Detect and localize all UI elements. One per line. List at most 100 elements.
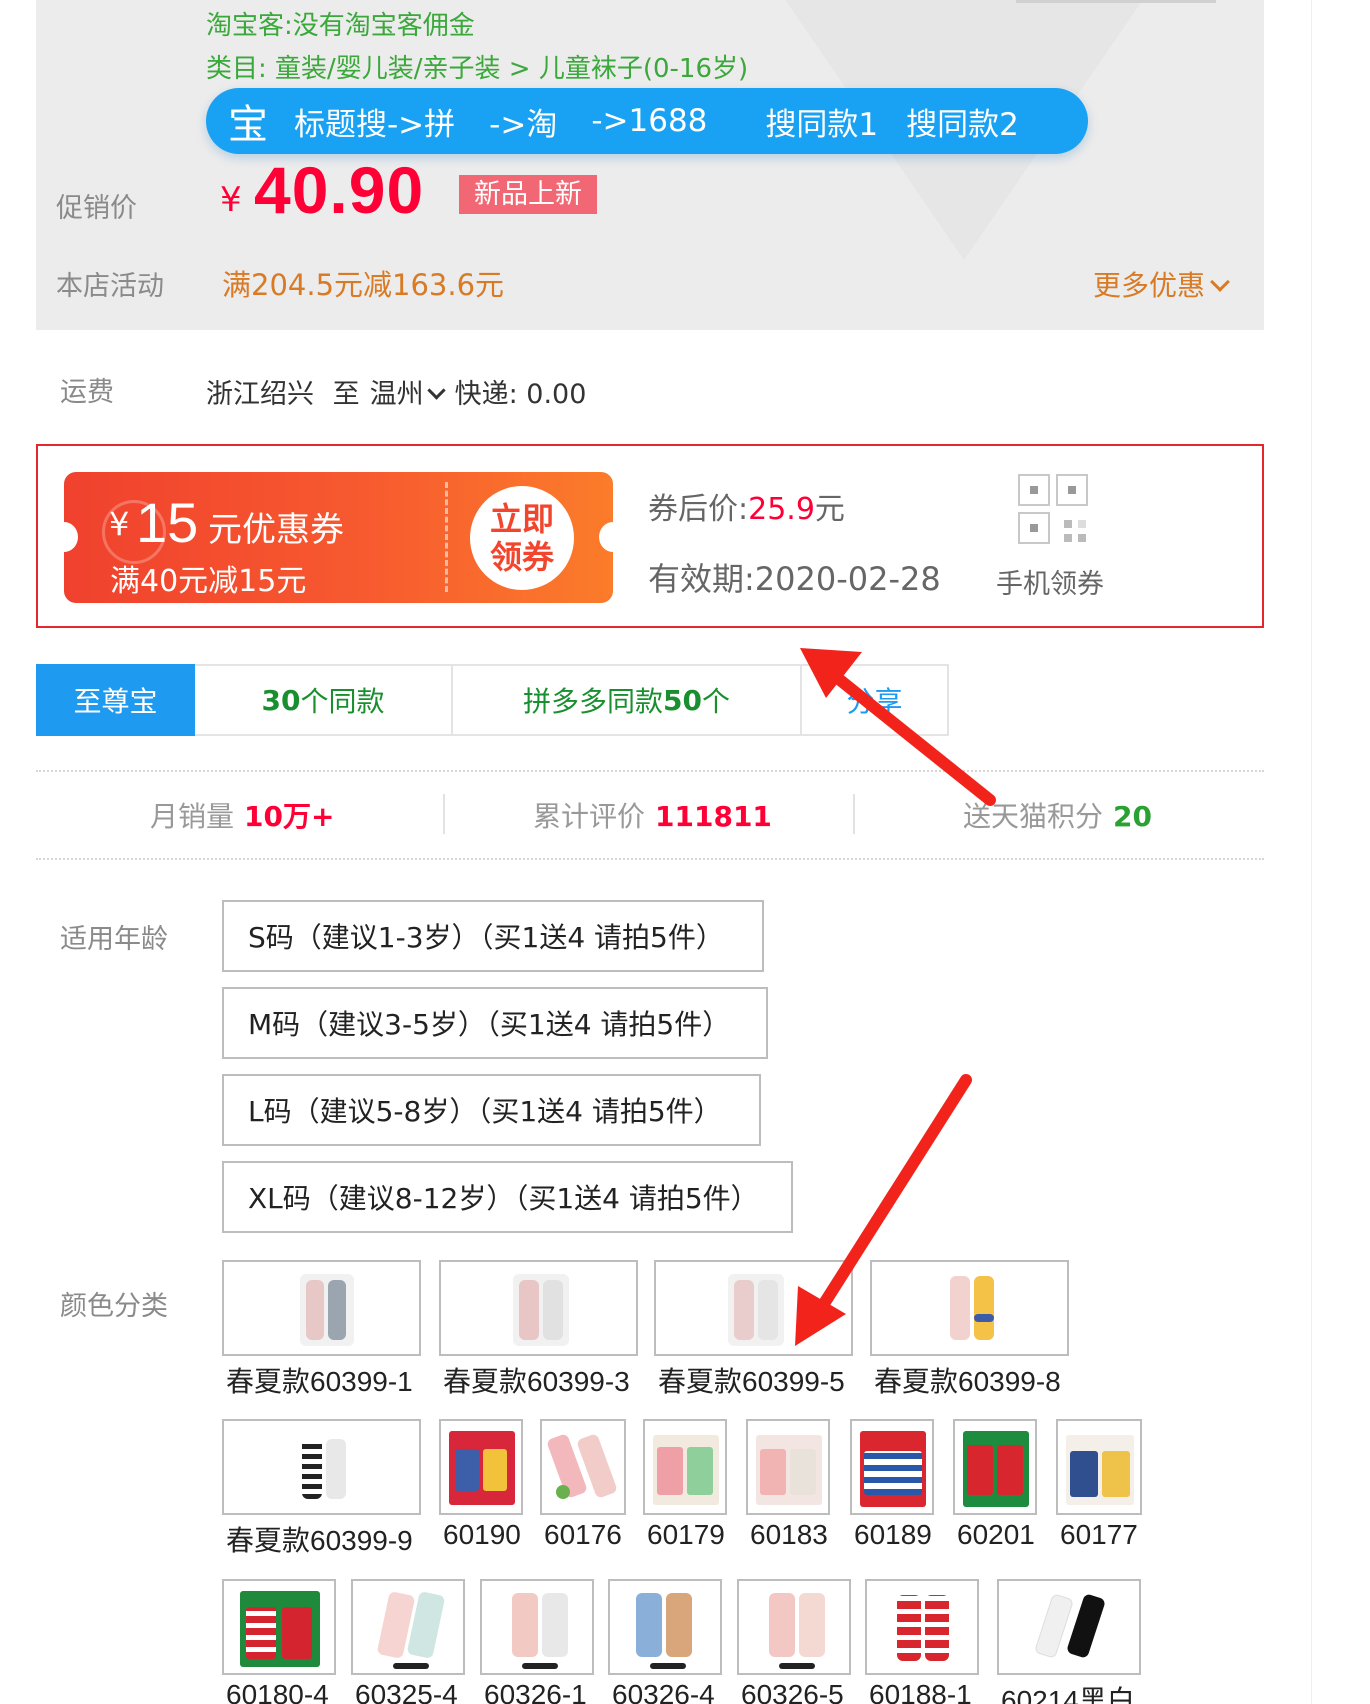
- search-1688-link[interactable]: ->1688: [591, 103, 707, 139]
- title-search-to-pdd-link[interactable]: 标题搜->拼: [294, 99, 455, 144]
- chevron-down-icon[interactable]: [426, 381, 446, 400]
- tmall-points-value: 20: [1113, 800, 1152, 833]
- swatch-label: 60325-4: [355, 1679, 458, 1704]
- sock-shape: [512, 1593, 538, 1657]
- sock-shape: [950, 1276, 970, 1340]
- tab-share[interactable]: 分享: [802, 664, 949, 736]
- qr-corner: [1018, 512, 1050, 544]
- sock-shape: [897, 1595, 921, 1661]
- swatch-image: [997, 1579, 1141, 1675]
- search-taobao-link[interactable]: ->淘: [489, 99, 557, 144]
- sock-shape: [864, 1451, 922, 1495]
- brand-tag: [650, 1663, 686, 1669]
- coupon-validity: 有效期:2020-02-28: [648, 560, 941, 598]
- sock-shape: [1102, 1451, 1130, 1497]
- store-activity-label: 本店活动: [56, 271, 164, 302]
- monthly-sales-label: 月销量: [150, 800, 235, 833]
- sock-shape: [997, 1445, 1023, 1495]
- taobao-logo-icon: 宝: [228, 102, 268, 148]
- mobile-coupon-link[interactable]: 手机领券: [996, 562, 1104, 601]
- swatch-image: [439, 1419, 523, 1515]
- coupon-ticket[interactable]: ¥ 15 元优惠券 满40元减15元 立即 领券: [64, 472, 613, 603]
- swatch-label: 60177: [1060, 1519, 1138, 1550]
- shipping-route: 浙江绍兴 至温州 快递: 0.00: [206, 372, 586, 411]
- tab-count: 30: [261, 683, 301, 717]
- sock-bg: [300, 1274, 354, 1346]
- size-option-xl[interactable]: XL码（建议8-12岁）（买1送4 请拍5件）: [222, 1161, 793, 1233]
- after-coupon-price: 券后价:25.9元: [648, 484, 845, 528]
- tab-zhizunbao[interactable]: 至尊宝: [36, 664, 195, 736]
- same-item-search-2-link[interactable]: 搜同款2: [906, 99, 1019, 144]
- swatch-label: 60326-1: [484, 1679, 587, 1704]
- sock-shape: [326, 1439, 346, 1499]
- monthly-sales-value: 10万+: [244, 800, 335, 833]
- tab-label: 分享: [846, 685, 903, 718]
- more-discounts-label: 更多优惠: [1093, 269, 1206, 302]
- new-arrival-badge: 新品上新: [459, 175, 597, 214]
- chevron-down-icon: [1210, 272, 1230, 292]
- tmall-points: 送天猫积分 20: [963, 795, 1152, 835]
- swatch-image: [439, 1260, 638, 1356]
- swatch-image: [643, 1419, 727, 1515]
- swatch-label: 60188-1: [869, 1679, 972, 1704]
- swatch-label: 春夏款60399-8: [874, 1366, 1061, 1397]
- size-option-s[interactable]: S码（建议1-3岁）（买1送4 请拍5件）: [222, 900, 764, 972]
- swatch-image: [222, 1419, 421, 1515]
- sock-shape: [1070, 1451, 1098, 1497]
- same-item-search-1-link[interactable]: 搜同款1: [765, 99, 878, 144]
- tab-same-items[interactable]: 30 个同款: [195, 664, 453, 736]
- sock-shape: [282, 1607, 312, 1659]
- size-option-m[interactable]: M码（建议3-5岁）（买1送4 请拍5件）: [222, 987, 768, 1059]
- tab-label: 个同款: [300, 685, 385, 718]
- monthly-sales: 月销量 10万+: [150, 795, 334, 835]
- sock-shape: [760, 1449, 786, 1495]
- swatch-label: 60326-5: [741, 1679, 844, 1704]
- ship-from: 浙江绍兴: [206, 379, 314, 410]
- total-reviews-value: 111811: [655, 800, 772, 833]
- swatch-label: 60189: [854, 1519, 932, 1550]
- swatch-image: [654, 1260, 853, 1356]
- sock-shape: [967, 1445, 993, 1495]
- sock-shape: [925, 1595, 949, 1661]
- sock-shape: [790, 1449, 816, 1495]
- sock-shape: [246, 1607, 276, 1659]
- promo-price-label: 促销价: [56, 193, 137, 224]
- color-section-label: 颜色分类: [60, 1291, 168, 1322]
- total-reviews[interactable]: 累计评价 111811: [533, 795, 772, 835]
- size-option-l[interactable]: L码（建议5-8岁）（买1送4 请拍5件）: [222, 1074, 761, 1146]
- sock-shape: [657, 1447, 683, 1495]
- search-toolbar: 宝 标题搜->拼 ->淘 ->1688 搜同款1 搜同款2: [206, 88, 1088, 154]
- tab-pdd-same-items[interactable]: 拼多多同款 50 个: [453, 664, 802, 736]
- swatch-label: 60183: [750, 1519, 828, 1550]
- qr-dot: [1078, 520, 1086, 528]
- stat-separator: [443, 794, 445, 834]
- swatch-label: 春夏款60399-9: [226, 1525, 413, 1556]
- swatch-label: 春夏款60399-1: [226, 1366, 413, 1397]
- sock-shape: [455, 1449, 479, 1491]
- claim-line-1: 立即: [489, 500, 554, 538]
- swatch-label: 60190: [443, 1519, 521, 1550]
- sock-shape: [769, 1593, 795, 1657]
- more-discounts-button[interactable]: 更多优惠: [1093, 264, 1230, 304]
- qr-corner: [1018, 474, 1050, 506]
- store-activity-value: 满204.5元减163.6元: [222, 268, 505, 302]
- swatch-image: [351, 1579, 465, 1675]
- ship-destination-selector[interactable]: 温州: [370, 379, 424, 410]
- ticket-notch-right: [599, 522, 613, 552]
- sock-shape: [636, 1593, 662, 1657]
- brand-tag: [779, 1663, 815, 1669]
- category-breadcrumb[interactable]: 类目: 童装/婴儿装/亲子装 > 儿童袜子(0-16岁): [206, 48, 748, 85]
- sock-shape: [687, 1447, 713, 1495]
- sock-shape: [799, 1593, 825, 1657]
- swatch-label: 60176: [544, 1519, 622, 1550]
- size-section-label: 适用年龄: [60, 924, 168, 955]
- after-price-label: 券后价:: [648, 492, 749, 527]
- qr-code-icon[interactable]: [1018, 474, 1092, 546]
- tmall-points-label: 送天猫积分: [963, 800, 1104, 833]
- shipping-label: 运费: [60, 377, 114, 408]
- swatch-image: [850, 1419, 934, 1515]
- claim-coupon-button[interactable]: 立即 领券: [470, 486, 574, 590]
- tab-label: 至尊宝: [73, 685, 158, 718]
- tab-label: 拼多多同款: [523, 685, 664, 718]
- swatch-image: [870, 1260, 1069, 1356]
